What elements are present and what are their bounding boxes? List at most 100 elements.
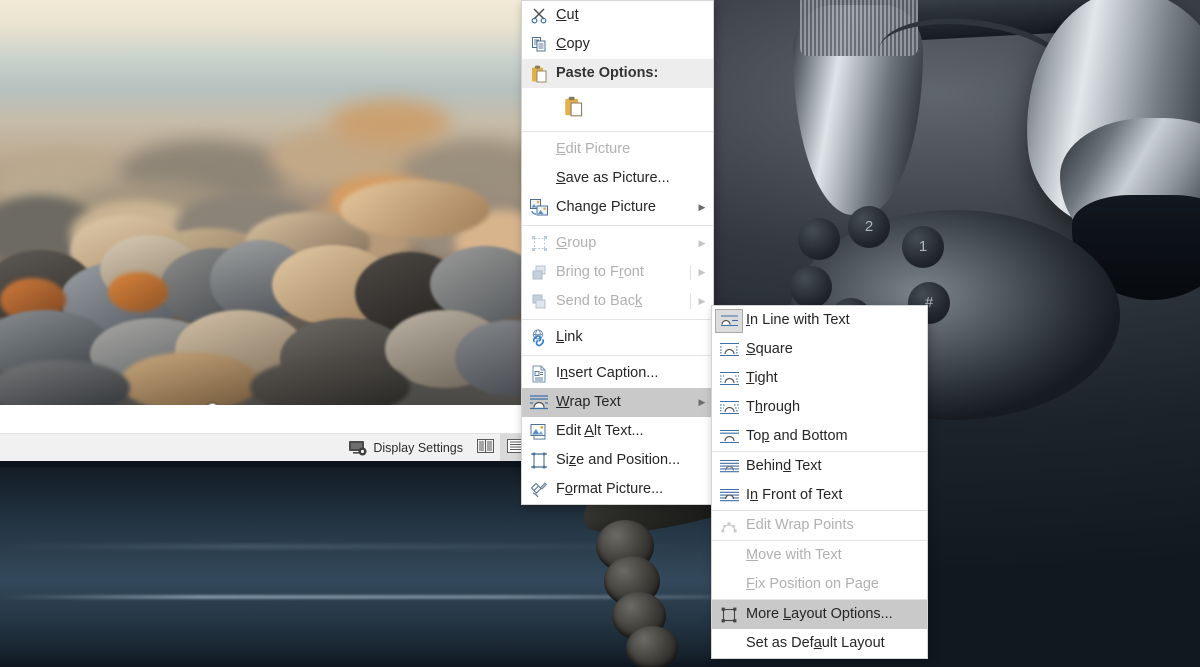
submenu-item-fix-position-on-page: Fix Position on Page — [712, 570, 927, 599]
desk-highlight-lower — [0, 595, 800, 599]
submenu-item-tight-label: Tight — [746, 371, 927, 386]
pebble-fg-orange — [108, 272, 168, 312]
no-icon — [712, 629, 746, 658]
submenu-item-in-line-with-text[interactable]: In Line with Text — [712, 306, 927, 335]
send-to-back-icon — [522, 287, 556, 316]
view-button-read-mode[interactable] — [470, 434, 500, 462]
paste-options-gallery[interactable] — [522, 88, 713, 128]
menu-item-link[interactable]: Link — [522, 323, 713, 352]
menu-item-change-picture[interactable]: Change Picture ▶ — [522, 193, 713, 222]
dial-hole-3 — [798, 218, 840, 260]
menu-separator — [522, 131, 713, 132]
menu-item-cut[interactable]: Cut — [522, 1, 713, 30]
edit-alt-text-icon — [522, 417, 556, 446]
wrap-in-front-icon — [712, 481, 746, 510]
no-icon — [522, 164, 556, 193]
menu-item-wrap-text[interactable]: Wrap Text ▶ — [522, 388, 713, 417]
submenu-item-edit-wrap-points: Edit Wrap Points — [712, 511, 927, 540]
paste-icon — [522, 59, 556, 88]
copy-icon — [522, 30, 556, 59]
bring-to-front-icon — [522, 258, 556, 287]
menu-item-copy[interactable]: Copy — [522, 30, 713, 59]
menu-item-copy-label: Copy — [556, 37, 691, 52]
change-picture-icon — [522, 193, 556, 222]
dial-hole-1: 1 — [902, 226, 944, 268]
link-icon — [522, 323, 556, 352]
menu-divider-pipe — [690, 265, 691, 280]
cord-coil-4 — [626, 626, 678, 667]
submenu-item-set-as-default-layout[interactable]: Set as Default Layout — [712, 629, 927, 658]
size-and-position-icon — [522, 446, 556, 475]
menu-item-wrap-text-label: Wrap Text — [556, 395, 691, 410]
more-layout-options-icon — [712, 600, 746, 629]
menu-item-edit-alt-text-label: Edit Alt Text... — [556, 424, 691, 439]
dial-hole-2: 2 — [848, 206, 890, 248]
word-document-window: Display Settings — [0, 0, 530, 467]
submenu-item-behind-text[interactable]: Behind Text — [712, 452, 927, 481]
display-settings-label: Display Settings — [373, 441, 463, 455]
submenu-item-square[interactable]: Square — [712, 335, 927, 364]
submenu-item-top-and-bottom-label: Top and Bottom — [746, 429, 927, 444]
word-status-bar: Display Settings — [0, 433, 530, 462]
pebble-bg — [330, 100, 450, 146]
submenu-item-through[interactable]: Through — [712, 393, 927, 422]
wrap-text-icon — [522, 388, 556, 417]
chevron-right-icon: ▶ — [691, 238, 713, 249]
document-picture[interactable] — [0, 0, 530, 405]
submenu-item-fix-position-on-page-label: Fix Position on Page — [746, 577, 927, 592]
menu-item-insert-caption-label: Insert Caption... — [556, 366, 691, 381]
wrap-text-submenu[interactable]: In Line with Text Square — [711, 305, 928, 659]
desk-highlight-upper — [0, 545, 700, 548]
paste-keep-source-formatting-icon[interactable] — [564, 96, 584, 121]
menu-item-size-and-position[interactable]: Size and Position... — [522, 446, 713, 475]
menu-item-group-label: Group — [556, 236, 691, 251]
submenu-item-in-front-of-text[interactable]: In Front of Text — [712, 481, 927, 510]
menu-item-paste-options: Paste Options: — [522, 59, 713, 88]
chevron-right-icon: ▶ — [691, 202, 713, 213]
submenu-item-behind-text-label: Behind Text — [746, 459, 927, 474]
menu-item-cut-label: Cut — [556, 8, 691, 23]
picture-context-menu[interactable]: Cut Copy Pa — [521, 0, 714, 505]
menu-item-edit-picture: Edit Picture — [522, 135, 713, 164]
menu-item-format-picture[interactable]: Format Picture... — [522, 475, 713, 504]
submenu-item-move-with-text: Move with Text — [712, 541, 927, 570]
display-settings-button[interactable]: Display Settings — [342, 434, 470, 462]
wrap-tight-icon — [712, 364, 746, 393]
menu-item-send-to-back: Send to Back ▶ — [522, 287, 713, 316]
no-icon — [522, 135, 556, 164]
menu-separator — [522, 319, 713, 320]
submenu-item-more-layout-options-label: More Layout Options... — [746, 607, 927, 622]
menu-item-size-and-position-label: Size and Position... — [556, 453, 691, 468]
menu-item-group: Group ▶ — [522, 229, 713, 258]
format-picture-icon — [522, 475, 556, 504]
menu-item-edit-alt-text[interactable]: Edit Alt Text... — [522, 417, 713, 446]
submenu-item-in-front-of-text-label: In Front of Text — [746, 488, 927, 503]
submenu-item-edit-wrap-points-label: Edit Wrap Points — [746, 518, 927, 533]
menu-item-send-to-back-label: Send to Back — [556, 294, 691, 309]
menu-item-save-as-picture[interactable]: Save as Picture... — [522, 164, 713, 193]
chevron-right-icon: ▶ — [691, 397, 713, 408]
submenu-item-square-label: Square — [746, 342, 927, 357]
submenu-item-top-and-bottom[interactable]: Top and Bottom — [712, 422, 927, 451]
wrap-through-icon — [712, 393, 746, 422]
menu-item-bring-to-front: Bring to Front ▶ — [522, 258, 713, 287]
wrap-square-icon — [712, 335, 746, 364]
document-page-whitespace — [0, 405, 530, 433]
submenu-item-in-line-with-text-label: In Line with Text — [746, 313, 927, 328]
submenu-item-tight[interactable]: Tight — [712, 364, 927, 393]
submenu-item-more-layout-options[interactable]: More Layout Options... — [712, 600, 927, 629]
submenu-item-set-as-default-layout-label: Set as Default Layout — [746, 636, 927, 651]
scissors-icon — [522, 1, 556, 30]
menu-item-insert-caption[interactable]: Insert Caption... — [522, 359, 713, 388]
no-icon — [712, 541, 746, 570]
pebble-near — [340, 180, 490, 238]
menu-item-bring-to-front-label: Bring to Front — [556, 265, 691, 280]
chevron-right-icon: ▶ — [691, 267, 713, 278]
read-mode-icon — [477, 439, 494, 458]
display-settings-icon — [349, 441, 368, 456]
chevron-right-icon: ▶ — [691, 296, 713, 307]
dial-hole-4 — [790, 266, 832, 308]
pebble-front — [120, 352, 260, 405]
no-icon — [712, 570, 746, 599]
edit-wrap-points-icon — [712, 511, 746, 540]
